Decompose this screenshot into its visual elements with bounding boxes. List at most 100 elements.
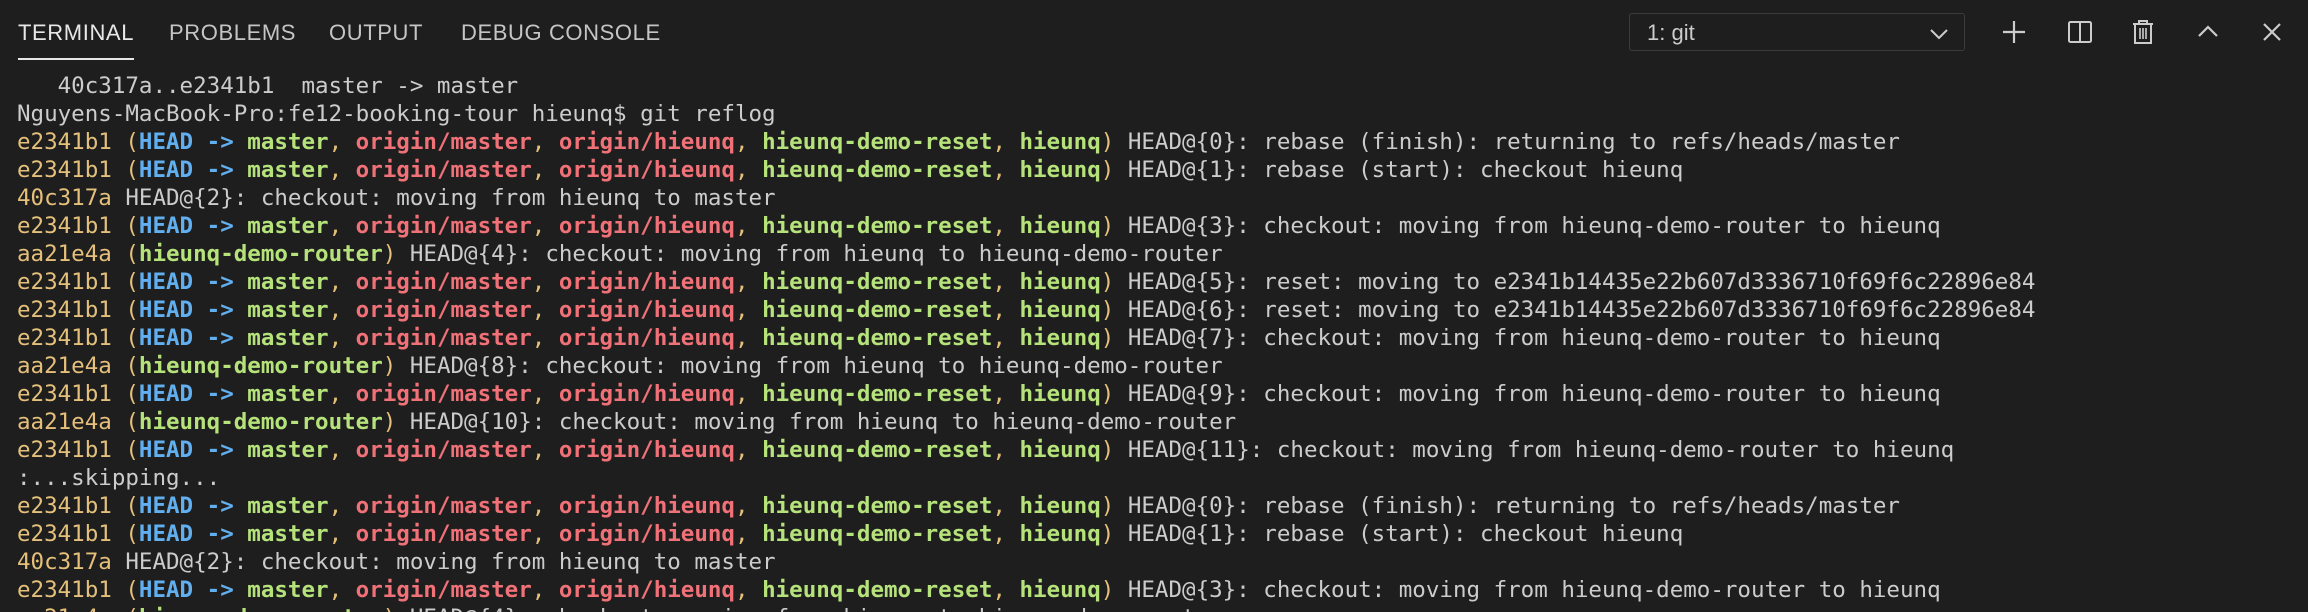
- terminal-line: e2341b1 (HEAD -> master, origin/master, …: [17, 268, 2297, 296]
- chevron-up-icon[interactable]: [2192, 16, 2224, 48]
- terminal-text-punct: (: [125, 521, 139, 547]
- terminal-text-punct: ,: [734, 297, 763, 323]
- terminal-instance-select[interactable]: 1: git: [1629, 13, 1965, 51]
- terminal-text-local: hieunq-demo-router: [138, 353, 383, 379]
- terminal-text-head: HEAD ->: [138, 297, 248, 323]
- close-icon[interactable]: [2256, 16, 2288, 48]
- terminal-text-punct: ,: [328, 129, 356, 155]
- terminal-text-remote: origin/hieunq: [558, 213, 735, 239]
- terminal-text-head: HEAD ->: [138, 437, 248, 463]
- terminal-text-text: HEAD@{4}: checkout: moving from hieunq t…: [396, 241, 1223, 267]
- terminal-text-local: master: [247, 129, 329, 155]
- terminal-text-text: HEAD@{10}: checkout: moving from hieunq …: [396, 409, 1237, 435]
- terminal-text-punct: ): [1100, 521, 1115, 547]
- terminal-line: e2341b1 (HEAD -> master, origin/master, …: [17, 492, 2297, 520]
- terminal-text-punct: ,: [531, 577, 559, 603]
- terminal-text-punct: ): [1100, 297, 1115, 323]
- terminal-text-hash: e2341b1: [17, 269, 126, 295]
- terminal-line: e2341b1 (HEAD -> master, origin/master, …: [17, 324, 2297, 352]
- terminal-text-punct: ,: [531, 325, 559, 351]
- terminal-text-punct: ,: [992, 157, 1020, 183]
- terminal-text-text: 40c317a..e2341b1 master -> master: [17, 73, 519, 99]
- terminal-text-punct: (: [125, 409, 139, 435]
- terminal-text-punct: (: [125, 325, 139, 351]
- terminal-text-local: hieunq-demo-router: [138, 409, 383, 435]
- terminal-text-head: HEAD ->: [138, 129, 248, 155]
- terminal-text-punct: ,: [992, 381, 1020, 407]
- terminal-text-remote: origin/master: [355, 269, 532, 295]
- terminal-text-hash: e2341b1: [17, 493, 126, 519]
- terminal-text-hash: e2341b1: [17, 297, 126, 323]
- terminal-text-text: HEAD@{11}: checkout: moving from hieunq-…: [1114, 437, 1955, 463]
- terminal-text-head: HEAD ->: [138, 577, 248, 603]
- terminal-text-text: HEAD@{3}: checkout: moving from hieunq-d…: [1114, 577, 1941, 603]
- terminal-text-text: :...skipping...: [17, 465, 221, 491]
- terminal-output[interactable]: 40c317a..e2341b1 master -> master Nguyens…: [17, 72, 2297, 612]
- tab-problems[interactable]: PROBLEMS: [169, 0, 296, 66]
- terminal-text-text: HEAD@{5}: reset: moving to e2341b14435e2…: [1114, 269, 2036, 295]
- tab-terminal[interactable]: TERMINAL: [18, 0, 135, 66]
- terminal-text-head: HEAD ->: [138, 493, 248, 519]
- terminal-text-local: hieunq: [1019, 325, 1101, 351]
- terminal-text-remote: origin/master: [355, 297, 532, 323]
- terminal-text-remote: origin/hieunq: [558, 577, 735, 603]
- terminal-text-hash: 40c317a: [17, 549, 126, 575]
- terminal-text-punct: (: [125, 297, 139, 323]
- terminal-text-remote: origin/hieunq: [558, 129, 735, 155]
- terminal-text-remote: origin/master: [355, 325, 532, 351]
- terminal-text-punct: ,: [328, 213, 356, 239]
- terminal-text-punct: ,: [734, 381, 763, 407]
- terminal-text-hash: aa21e4a: [17, 241, 126, 267]
- terminal-text-punct: ,: [992, 129, 1020, 155]
- tab-output[interactable]: OUTPUT: [329, 0, 423, 66]
- terminal-line: 40c317a..e2341b1 master -> master: [17, 72, 2297, 100]
- terminal-text-local: hieunq-demo-reset: [762, 493, 993, 519]
- terminal-text-punct: ,: [734, 325, 763, 351]
- terminal-text-local: master: [247, 297, 329, 323]
- terminal-text-punct: (: [125, 269, 139, 295]
- terminal-text-punct: (: [125, 577, 139, 603]
- terminal-text-local: hieunq: [1019, 129, 1101, 155]
- terminal-text-local: hieunq: [1019, 437, 1101, 463]
- terminal-line: e2341b1 (HEAD -> master, origin/master, …: [17, 576, 2297, 604]
- terminal-text-local: hieunq: [1019, 577, 1101, 603]
- terminal-text-remote: origin/master: [355, 437, 532, 463]
- terminal-text-punct: ,: [531, 437, 559, 463]
- terminal-text-hash: aa21e4a: [17, 605, 125, 612]
- terminal-text-hash: aa21e4a: [17, 353, 126, 379]
- terminal-text-remote: origin/master: [355, 493, 532, 519]
- terminal-text-punct: ,: [531, 297, 559, 323]
- terminal-text-local: hieunq-demo-reset: [762, 521, 993, 547]
- terminal-text-hash: e2341b1: [17, 325, 126, 351]
- terminal-text-local: master: [247, 269, 329, 295]
- terminal-text-local: hieunq-demo-reset: [762, 381, 993, 407]
- terminal-text-local: hieunq-demo-reset: [762, 297, 993, 323]
- terminal-text-local: hieunq-demo-router: [139, 605, 383, 612]
- terminal-text-head: HEAD ->: [138, 213, 248, 239]
- terminal-text-local: master: [247, 213, 329, 239]
- terminal-text-punct: ,: [992, 297, 1020, 323]
- terminal-text-remote: origin/master: [355, 521, 532, 547]
- terminal-text-punct: ): [1100, 381, 1115, 407]
- terminal-text-punct: ): [382, 409, 397, 435]
- terminal-text-punct: ,: [328, 297, 356, 323]
- plus-icon[interactable]: [1998, 16, 2030, 48]
- terminal-text-local: master: [247, 493, 329, 519]
- split-icon[interactable]: [2064, 16, 2096, 48]
- terminal-text-punct: (: [125, 353, 139, 379]
- terminal-text-head: HEAD ->: [138, 325, 248, 351]
- terminal-text-punct: ,: [734, 437, 763, 463]
- terminal-text-hash: e2341b1: [17, 577, 126, 603]
- terminal-text-local: hieunq: [1019, 213, 1101, 239]
- terminal-text-punct: ,: [328, 577, 356, 603]
- terminal-text-remote: origin/master: [355, 577, 532, 603]
- terminal-text-local: master: [247, 381, 329, 407]
- tab-debug-console[interactable]: DEBUG CONSOLE: [461, 0, 661, 66]
- terminal-text-punct: ): [382, 241, 397, 267]
- terminal-text-punct: ,: [531, 213, 559, 239]
- terminal-text-punct: ,: [734, 269, 763, 295]
- trash-icon[interactable]: [2127, 16, 2159, 48]
- terminal-line: :...skipping...: [17, 464, 2297, 492]
- terminal-line: 40c317a HEAD@{2}: checkout: moving from …: [17, 184, 2297, 212]
- terminal-text-head: HEAD ->: [138, 269, 248, 295]
